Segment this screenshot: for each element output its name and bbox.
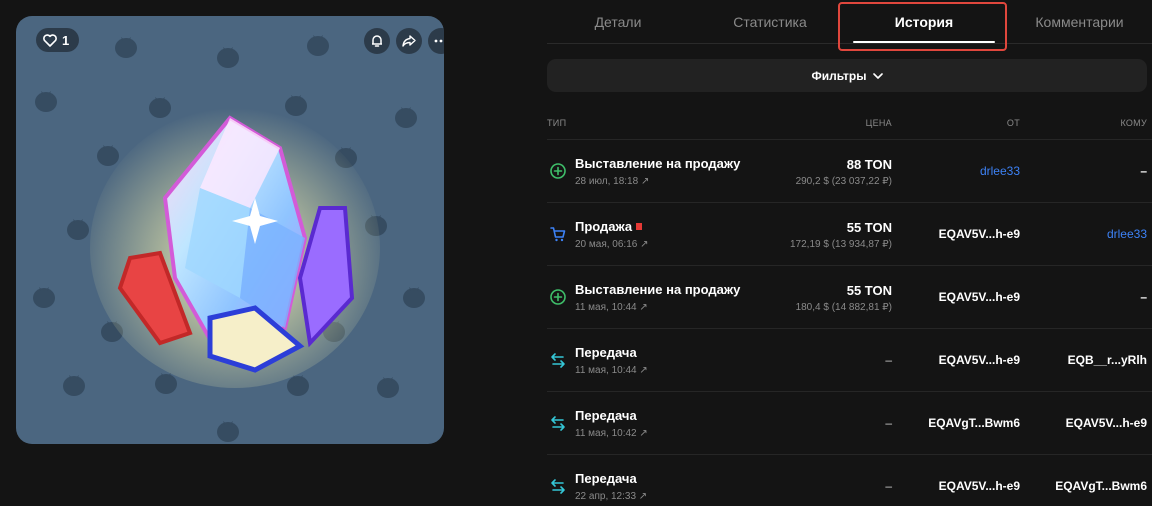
- tab-details[interactable]: Детали: [547, 0, 689, 44]
- event-title: Передача: [575, 345, 637, 360]
- event-title: Выставление на продажу: [575, 156, 741, 171]
- event-date-link[interactable]: 11 мая, 10:44 ↗: [575, 365, 648, 376]
- event-title: Передача: [575, 408, 637, 423]
- to-address[interactable]: EQAVgT...Bwm6: [1055, 479, 1147, 493]
- event-price: 88 TON: [846, 157, 892, 172]
- more-button[interactable]: [428, 28, 444, 54]
- table-row[interactable]: Выставление на продажу 28 июл, 18:18 ↗ 8…: [547, 139, 1152, 202]
- table-row[interactable]: Продажа 20 мая, 06:16 ↗ 55 TON 172,19 $ …: [547, 202, 1152, 265]
- bell-icon: [372, 35, 382, 47]
- transfer-icon: [551, 416, 565, 431]
- to-address: –: [1140, 290, 1147, 304]
- filters-label: Фильтры: [811, 68, 867, 83]
- header-price: ЦЕНА: [865, 118, 892, 128]
- event-price: 55 TON: [846, 283, 892, 298]
- table-row[interactable]: Выставление на продажу 11 мая, 10:44 ↗ 5…: [547, 265, 1152, 328]
- crystal-gem-image: [90, 108, 380, 388]
- table-header: ТИП ЦЕНА ОТ КОМУ: [547, 115, 1152, 133]
- heart-icon: [43, 33, 57, 47]
- from-address[interactable]: EQAV5V...h-e9: [939, 353, 1020, 367]
- from-address-link[interactable]: drlee33: [980, 164, 1020, 178]
- event-date-link[interactable]: 28 июл, 18:18 ↗: [575, 176, 649, 187]
- event-date-link[interactable]: 11 мая, 10:44 ↗: [575, 302, 648, 313]
- cart-icon: [550, 227, 566, 242]
- to-address: –: [1140, 164, 1147, 178]
- from-address[interactable]: EQAV5V...h-e9: [939, 479, 1020, 493]
- event-title: Выставление на продажу: [575, 282, 741, 297]
- event-price: –: [885, 416, 892, 430]
- event-price: 55 TON: [846, 220, 892, 235]
- event-price-fiat: 290,2 $ (23 037,22 ₽): [795, 176, 892, 187]
- like-count: 1: [62, 32, 70, 48]
- plus-circle-icon: [550, 289, 566, 305]
- chevron-down-icon: [872, 72, 883, 79]
- from-address[interactable]: EQAVgT...Bwm6: [928, 416, 1020, 430]
- tab-comments[interactable]: Комментарии: [1007, 0, 1152, 44]
- table-row[interactable]: Передача 22 апр, 12:33 ↗ – EQAV5V...h-e9…: [547, 454, 1152, 506]
- header-type: ТИП: [547, 118, 567, 128]
- header-to: КОМУ: [1120, 118, 1147, 128]
- event-price: –: [885, 353, 892, 367]
- share-button[interactable]: [396, 28, 422, 54]
- card-toolbar: 1: [36, 28, 444, 56]
- to-address[interactable]: EQB__r...yRlh: [1068, 353, 1147, 367]
- event-title: Продажа: [575, 219, 633, 234]
- flag-icon: [636, 223, 643, 230]
- notify-button[interactable]: [364, 28, 390, 54]
- transfer-icon: [551, 353, 565, 368]
- event-date-link[interactable]: 11 мая, 10:42 ↗: [575, 428, 648, 439]
- to-address[interactable]: EQAV5V...h-e9: [1066, 416, 1147, 430]
- table-row[interactable]: Передача 11 мая, 10:42 ↗ – EQAVgT...Bwm6…: [547, 391, 1152, 454]
- share-icon: [402, 35, 416, 47]
- nft-card: 1: [16, 16, 444, 444]
- event-date-link[interactable]: 22 апр, 12:33 ↗: [575, 491, 647, 502]
- plus-circle-icon: [550, 163, 566, 179]
- event-price: –: [885, 479, 892, 493]
- like-button[interactable]: 1: [36, 28, 80, 52]
- event-title: Передача: [575, 471, 637, 486]
- filters-button[interactable]: Фильтры: [547, 59, 1147, 92]
- event-price-fiat: 172,19 $ (13 934,87 ₽): [790, 239, 892, 250]
- to-address-link[interactable]: drlee33: [1107, 227, 1147, 241]
- more-dots-icon: [434, 39, 443, 43]
- history-panel: Детали Статистика История Комментарии Фи…: [547, 0, 1152, 506]
- header-from: ОТ: [1006, 118, 1020, 128]
- from-address[interactable]: EQAV5V...h-e9: [939, 227, 1020, 241]
- table-row[interactable]: Передача 11 мая, 10:44 ↗ – EQAV5V...h-e9…: [547, 328, 1152, 391]
- from-address[interactable]: EQAV5V...h-e9: [939, 290, 1020, 304]
- event-title-wrapper: Продажа: [575, 219, 643, 234]
- transfer-icon: [551, 479, 565, 494]
- tab-statistics[interactable]: Статистика: [699, 0, 841, 44]
- event-date-link[interactable]: 20 мая, 06:16 ↗: [575, 239, 649, 250]
- highlight-box: [838, 2, 1007, 51]
- event-price-fiat: 180,4 $ (14 882,81 ₽): [795, 302, 892, 313]
